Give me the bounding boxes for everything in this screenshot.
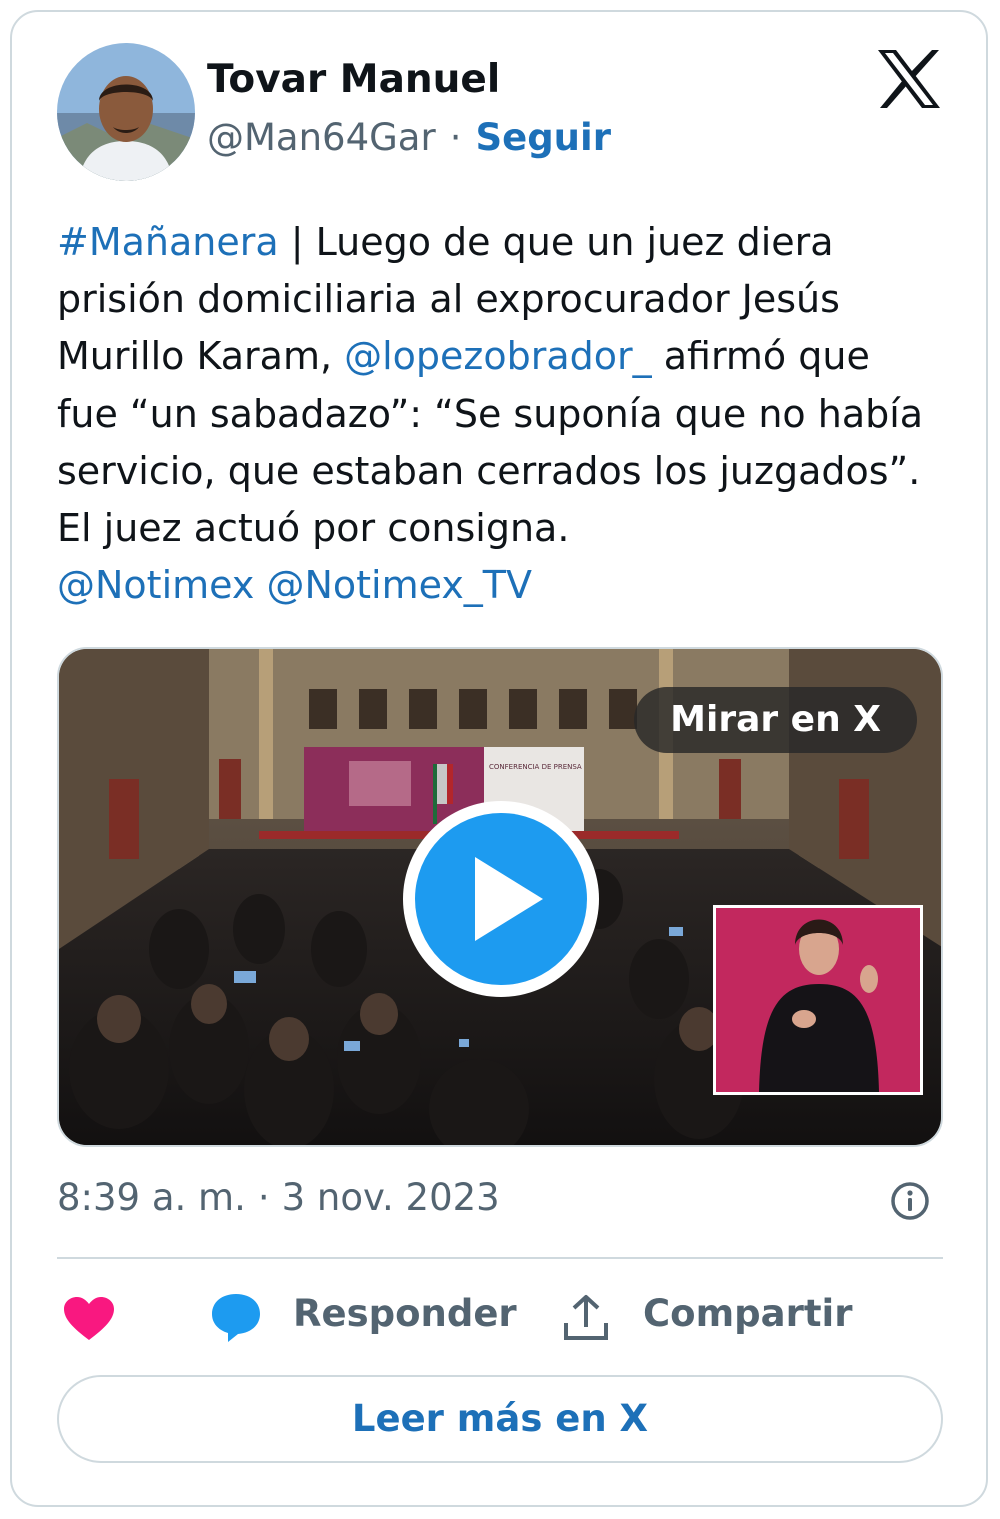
upload-icon[interactable] (561, 1293, 611, 1343)
hashtag-link[interactable]: #Mañanera (57, 220, 279, 264)
info-icon[interactable] (889, 1180, 931, 1222)
tweet-line: Murillo Karam, @lopezobrador_ afirmó que (57, 328, 957, 385)
separator-dot: · (257, 1176, 270, 1219)
divider (57, 1257, 943, 1259)
mention-link[interactable]: @Notimex (57, 563, 254, 607)
author-name[interactable]: Tovar Manuel (207, 57, 500, 102)
tweet-line: El juez actuó por consigna. (57, 506, 570, 551)
watch-on-x-button[interactable]: Mirar en X (634, 687, 917, 753)
mention-link[interactable]: @Notimex_TV (266, 563, 532, 607)
tweet-text-segment (254, 563, 266, 607)
backdrop-text: CONFERENCIA DE PRENSA (489, 763, 582, 771)
tweet-line: @Notimex @Notimex_TV (57, 557, 957, 614)
tweet-line: fue “un sabadazo”: “Se suponía que no ha… (57, 391, 924, 436)
follow-button[interactable]: Seguir (475, 116, 611, 159)
tweet-timestamp[interactable]: 8:39 a. m. · 3 nov. 2023 (57, 1176, 500, 1219)
tweet-date: 3 nov. 2023 (281, 1176, 500, 1219)
author-handle-row: @Man64Gar · Seguir (207, 116, 611, 159)
tweet-text-segment: Murillo Karam, (57, 334, 345, 379)
tweet-time: 8:39 a. m. (57, 1176, 246, 1219)
separator-dot: · (449, 116, 462, 159)
tweet-line: #Mañanera | Luego de que un juez diera (57, 214, 957, 271)
heart-icon[interactable] (63, 1296, 115, 1342)
read-more-button[interactable]: Leer más en X (57, 1375, 943, 1463)
play-icon[interactable] (401, 799, 601, 999)
x-logo-icon[interactable] (876, 48, 942, 110)
tweet-line: prisión domiciliaria al exprocurador Jes… (57, 277, 840, 322)
mention-link[interactable]: @lopezobrador_ (344, 334, 652, 378)
video-thumbnail[interactable]: CONFERENCIA DE PRENSA Mirar en X (57, 647, 943, 1147)
reply-button[interactable]: Responder (293, 1292, 517, 1335)
share-button[interactable]: Compartir (643, 1292, 852, 1335)
author-avatar[interactable] (57, 43, 195, 181)
speech-bubble-icon[interactable] (208, 1292, 264, 1344)
tweet-text: #Mañanera | Luego de que un juez diera p… (57, 214, 957, 614)
tweet-line: servicio, que estaban cerrados los juzga… (57, 448, 921, 493)
tweet-text-segment: afirmó que (651, 334, 870, 379)
avatar-photo (57, 43, 195, 181)
tweet-text-segment: | Luego de que un juez diera (278, 220, 834, 264)
author-handle[interactable]: @Man64Gar (207, 116, 436, 159)
